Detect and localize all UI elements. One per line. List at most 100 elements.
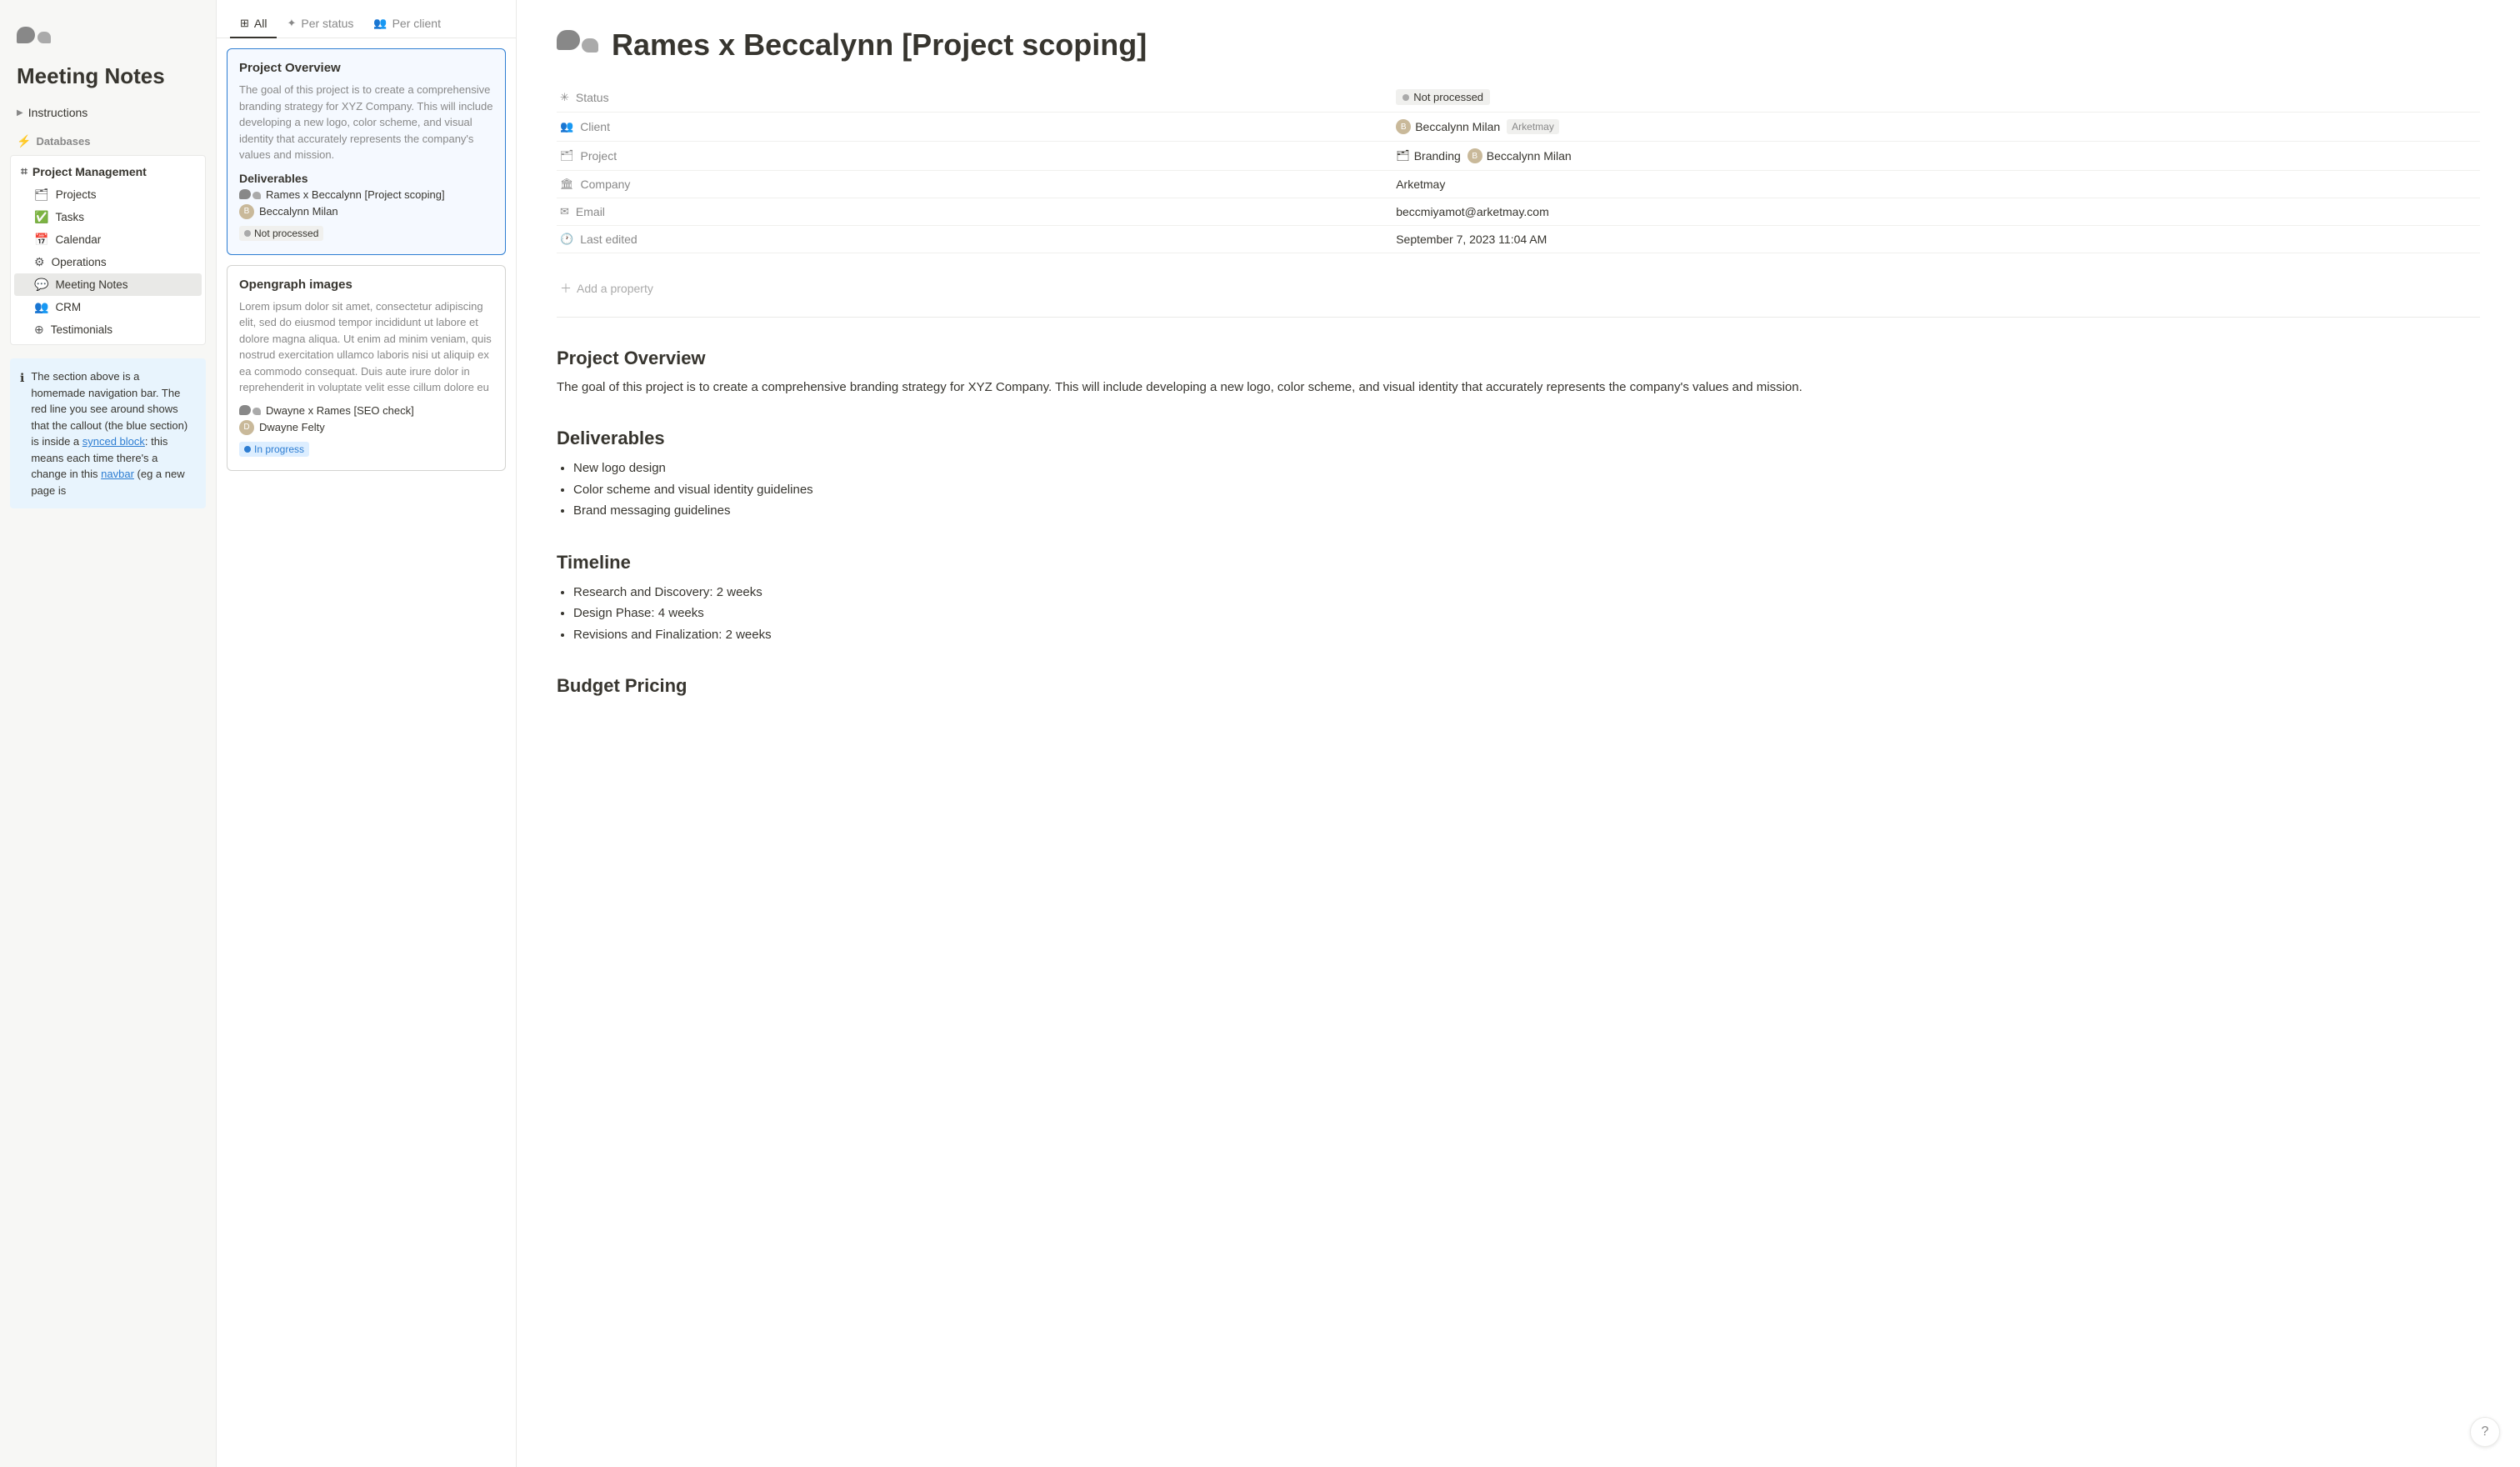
card1-person-name: Beccalynn Milan	[259, 205, 338, 218]
page-title: Rames x Beccalynn [Project scoping]	[612, 27, 1147, 63]
project-person2-avatar: B	[1468, 148, 1482, 163]
crm-icon: 👥	[34, 300, 48, 314]
tab-per-status[interactable]: ✦ Per status	[277, 10, 363, 38]
project-person2-chip: B Beccalynn Milan	[1468, 148, 1572, 163]
card1-status-tag: Not processed	[239, 226, 323, 241]
calendar-icon: 📅	[34, 233, 48, 247]
middle-content: Project Overview The goal of this projec…	[217, 38, 516, 1467]
navbar-link[interactable]: navbar	[101, 468, 134, 480]
prop-value-client[interactable]: B Beccalynn Milan Arketmay	[1396, 119, 2477, 134]
testimonials-icon: ⊕	[34, 323, 44, 337]
all-tab-icon: ⊞	[240, 17, 249, 30]
sidebar-item-tasks[interactable]: ✅ Tasks	[14, 206, 202, 228]
properties-divider	[557, 317, 2480, 318]
card1-section: Deliverables	[239, 172, 493, 185]
overview-section-title: Project Overview	[557, 348, 2480, 369]
client-company-tag: Arketmay	[1507, 119, 1559, 134]
add-property-plus-icon: ＋	[560, 280, 572, 297]
card2-avatar: D	[239, 420, 254, 435]
project-chip: 🗂 Branding	[1396, 149, 1461, 163]
status-badge: Not processed	[1396, 89, 1490, 105]
card1-title: Project Overview	[239, 61, 493, 75]
card2-body: Lorem ipsum dolor sit amet, consectetur …	[239, 298, 493, 396]
card1-person: B Beccalynn Milan	[239, 204, 493, 219]
project-management-group: ⌗ Project Management 🗂 Projects ✅ Tasks …	[10, 155, 206, 345]
page-header-icon	[557, 30, 598, 53]
prop-label-email: ✉ Email	[560, 205, 1389, 218]
card2-person-name: Dwayne Felty	[259, 421, 325, 433]
card2-bubble-icon	[239, 405, 261, 415]
deliverable-item-3: Brand messaging guidelines	[573, 500, 2480, 522]
client-person-chip: B Beccalynn Milan	[1396, 119, 1500, 134]
card1-meeting-title: Rames x Beccalynn [Project scoping]	[266, 188, 445, 201]
help-button[interactable]: ?	[2470, 1417, 2500, 1447]
sidebar-item-operations[interactable]: ⚙ Operations	[14, 251, 202, 273]
right-panel: Rames x Beccalynn [Project scoping] ✳ St…	[517, 0, 2520, 1467]
card2-meeting: Dwayne x Rames [SEO check]	[239, 404, 493, 417]
timeline-item-1: Research and Discovery: 2 weeks	[573, 582, 2480, 603]
prop-value-company[interactable]: Arketmay	[1396, 178, 2477, 191]
sidebar-logo	[0, 20, 216, 57]
deliverables-section-title: Deliverables	[557, 428, 2480, 449]
card2-title: Opengraph images	[239, 278, 493, 292]
prop-row-email: ✉ Email beccmiyamot@arketmay.com	[557, 198, 2480, 226]
chat-bubble2-icon	[38, 32, 51, 43]
project-icon-inline: 🗂	[1396, 149, 1410, 163]
properties-table: ✳ Status Not processed 👥	[557, 83, 2480, 253]
card-project-overview[interactable]: Project Overview The goal of this projec…	[227, 48, 506, 255]
databases-section-label: ⚡ Databases	[0, 123, 216, 155]
tab-all[interactable]: ⊞ All	[230, 10, 277, 38]
card2-status-tag: In progress	[239, 442, 309, 457]
card1-bubble-icon	[239, 189, 261, 199]
prop-label-company: 🏛 Company	[560, 178, 1389, 191]
deliverables-list: New logo design Color scheme and visual …	[573, 458, 2480, 522]
card2-status-dot	[244, 446, 251, 453]
projects-icon: 🗂	[34, 188, 49, 202]
sidebar-callout: ℹ The section above is a homemade naviga…	[10, 358, 206, 508]
email-prop-icon: ✉	[560, 205, 569, 218]
meeting-notes-icon: 💬	[34, 278, 48, 292]
project-management-title[interactable]: ⌗ Project Management	[11, 159, 205, 183]
prop-label-project: 🗂 Project	[560, 149, 1389, 163]
tasks-icon: ✅	[34, 210, 48, 224]
sidebar-item-meeting-notes[interactable]: 💬 Meeting Notes	[14, 273, 202, 296]
tab-per-client[interactable]: 👥 Per client	[363, 10, 451, 38]
last-edited-prop-icon: 🕐	[560, 233, 573, 246]
add-property-row[interactable]: ＋ Add a property	[557, 273, 2480, 303]
sidebar-item-calendar[interactable]: 📅 Calendar	[14, 228, 202, 251]
per-client-icon: 👥	[373, 17, 387, 30]
synced-block-link[interactable]: synced block	[82, 435, 145, 448]
prop-row-status: ✳ Status Not processed	[557, 83, 2480, 113]
callout-text: The section above is a homemade navigati…	[31, 368, 196, 498]
middle-panel: ⊞ All ✦ Per status 👥 Per client Project …	[217, 0, 517, 1467]
page-header: Rames x Beccalynn [Project scoping]	[557, 27, 2480, 63]
client-avatar: B	[1396, 119, 1411, 134]
chat-bubble1-icon	[17, 27, 35, 43]
status-dot	[1402, 94, 1409, 101]
sidebar-item-crm[interactable]: 👥 CRM	[14, 296, 202, 318]
sidebar-item-projects[interactable]: 🗂 Projects	[14, 183, 202, 206]
per-status-icon: ✦	[287, 17, 296, 30]
sidebar: Meeting Notes ▶ Instructions ⚡ Databases…	[0, 0, 217, 1467]
deliverable-item-2: Color scheme and visual identity guideli…	[573, 479, 2480, 501]
timeline-list: Research and Discovery: 2 weeks Design P…	[573, 582, 2480, 646]
prop-value-email[interactable]: beccmiyamot@arketmay.com	[1396, 205, 2477, 218]
prop-row-last-edited: 🕐 Last edited September 7, 2023 11:04 AM	[557, 226, 2480, 253]
sidebar-title: Meeting Notes	[0, 57, 216, 103]
prop-value-project[interactable]: 🗂 Branding B Beccalynn Milan	[1396, 148, 2477, 163]
overview-body: The goal of this project is to create a …	[557, 378, 2480, 398]
prop-label-status: ✳ Status	[560, 91, 1389, 104]
client-prop-icon: 👥	[560, 120, 573, 133]
info-icon: ℹ	[20, 369, 24, 498]
instructions-arrow-icon: ▶	[17, 108, 23, 118]
prop-row-project: 🗂 Project 🗂 Branding B Beccalynn Milan	[557, 142, 2480, 171]
instructions-label: Instructions	[28, 106, 88, 119]
budget-section-title: Budget Pricing	[557, 675, 2480, 697]
card-opengraph[interactable]: Opengraph images Lorem ipsum dolor sit a…	[227, 265, 506, 471]
prop-row-company: 🏛 Company Arketmay	[557, 171, 2480, 198]
card1-status-dot	[244, 230, 251, 237]
sidebar-instructions[interactable]: ▶ Instructions	[0, 103, 216, 123]
prop-value-status[interactable]: Not processed	[1396, 89, 2477, 105]
timeline-item-2: Design Phase: 4 weeks	[573, 603, 2480, 624]
sidebar-item-testimonials[interactable]: ⊕ Testimonials	[14, 318, 202, 341]
